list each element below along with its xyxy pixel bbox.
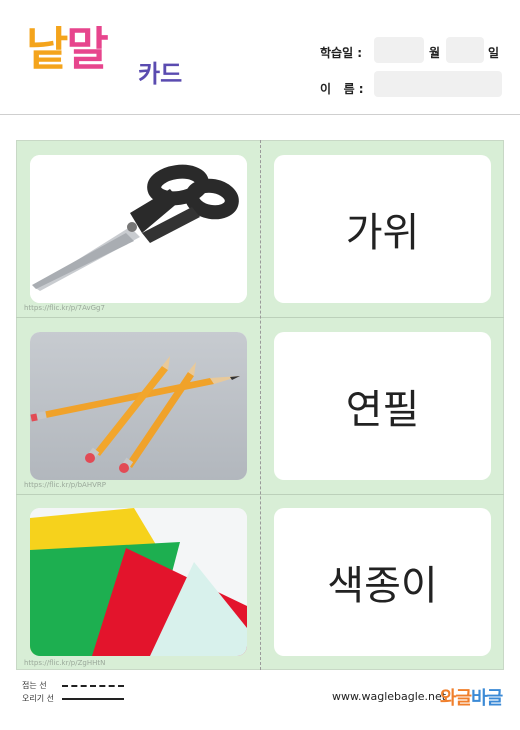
fold-line-legend-label: 접는 선: [22, 681, 47, 690]
website-link[interactable]: www.waglebagle.net: [332, 690, 446, 703]
logo-char-1: 낱: [26, 22, 68, 76]
header-divider: [0, 114, 520, 115]
word-card-3: 색종이: [274, 508, 491, 656]
card-image-colored-paper: [30, 508, 247, 656]
month-label: 월: [429, 46, 441, 60]
image-credit-2[interactable]: https://flic.kr/p/bAHVRP: [24, 481, 106, 489]
logo-title: 낱말: [26, 26, 109, 72]
card-image-scissors: [30, 155, 247, 303]
colored-paper-image: [30, 508, 247, 656]
brand-part-2: 바글: [471, 688, 503, 709]
day-field[interactable]: [446, 37, 484, 63]
logo-char-2: 말: [66, 22, 108, 76]
cut-line-legend-label: 오리기 선: [22, 694, 54, 703]
logo-subtitle: 카드: [138, 60, 183, 88]
brand-part-1: 와글: [440, 688, 472, 709]
brand-logo: 와글바글: [440, 684, 503, 710]
word-card-2: 연필: [274, 332, 491, 480]
word-card-1: 가위: [274, 155, 491, 303]
image-credit-3[interactable]: https://flic.kr/p/ZgHHtN: [24, 659, 105, 667]
cut-line-legend-sample: [62, 698, 124, 700]
scissors-image: [30, 155, 247, 303]
date-label: 학습일 :: [320, 46, 363, 60]
day-label: 일: [488, 46, 500, 60]
card-image-pencils: [30, 332, 247, 480]
image-credit-1[interactable]: https://flic.kr/p/7AvGg7: [24, 304, 105, 312]
fold-line-legend-sample: [62, 685, 124, 687]
name-label: 이 름 :: [320, 82, 364, 96]
pencils-image: [30, 332, 247, 480]
name-field[interactable]: [374, 71, 502, 97]
fold-line: [260, 140, 261, 670]
month-field[interactable]: [374, 37, 424, 63]
